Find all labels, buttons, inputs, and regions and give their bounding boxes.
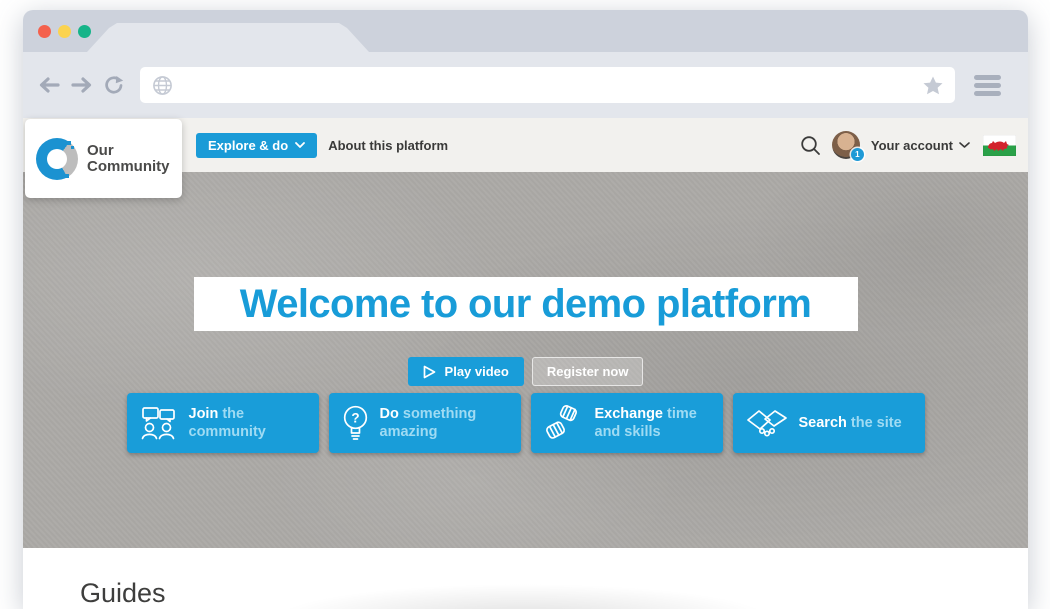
- content-shadow: [253, 581, 793, 609]
- search-button[interactable]: [800, 135, 821, 156]
- page-content-section: Guides: [23, 548, 1028, 609]
- account-label: Your account: [871, 138, 953, 153]
- hero-card-row: Join the community ? Do something amazin…: [23, 393, 1028, 453]
- user-avatar[interactable]: 1: [832, 131, 860, 159]
- explore-and-do-button[interactable]: Explore & do: [196, 133, 317, 158]
- minimize-window-button[interactable]: [58, 25, 71, 38]
- svg-text:?: ?: [351, 410, 359, 425]
- handshake-icon: [746, 408, 788, 438]
- browser-titlebar: [23, 10, 1028, 52]
- exchange-hands-icon: [544, 405, 584, 441]
- language-flag-button[interactable]: [983, 135, 1016, 156]
- welsh-flag-icon: [983, 135, 1016, 156]
- browser-tab[interactable]: [87, 23, 369, 52]
- maximize-window-button[interactable]: [78, 25, 91, 38]
- hero-section: Welcome to our demo platform Play video …: [23, 172, 1028, 548]
- bookmark-star-icon[interactable]: [923, 76, 943, 95]
- globe-icon: [152, 75, 173, 96]
- notification-badge: 1: [851, 148, 864, 161]
- back-arrow-icon: [37, 76, 61, 94]
- refresh-button[interactable]: [103, 75, 124, 96]
- logo-wordmark: Our Community: [87, 143, 170, 175]
- play-video-label: Play video: [445, 364, 509, 379]
- window-controls: [38, 25, 91, 38]
- lightbulb-icon: ?: [342, 405, 369, 442]
- browser-window: Our Community Explore & do About this pl…: [23, 10, 1028, 609]
- card-label: Exchange time and skills: [595, 405, 715, 441]
- site-logo[interactable]: Our Community: [25, 119, 182, 198]
- hero-buttons: Play video Register now: [23, 357, 1028, 386]
- hero-title-strip: Welcome to our demo platform: [194, 277, 858, 331]
- search-site-card[interactable]: Search the site: [733, 393, 925, 453]
- back-button[interactable]: [37, 76, 61, 94]
- join-community-card[interactable]: Join the community: [127, 393, 319, 453]
- browser-toolbar: [23, 52, 1028, 118]
- card-label: Search the site: [799, 414, 902, 432]
- page-title: Welcome to our demo platform: [240, 282, 811, 327]
- navbar-right-cluster: 1 Your account: [800, 118, 1016, 172]
- your-account-button[interactable]: Your account: [871, 138, 970, 153]
- explore-label: Explore & do: [208, 138, 288, 153]
- community-chat-icon: [140, 407, 178, 440]
- guides-heading: Guides: [80, 578, 166, 609]
- chevron-down-icon: [959, 142, 970, 148]
- card-label: Join the community: [189, 405, 311, 441]
- card-label: Do something amazing: [380, 405, 513, 441]
- url-input[interactable]: [182, 77, 923, 93]
- exchange-time-skills-card[interactable]: Exchange time and skills: [531, 393, 723, 453]
- search-icon: [800, 135, 821, 156]
- close-window-button[interactable]: [38, 25, 51, 38]
- do-something-amazing-card[interactable]: ? Do something amazing: [329, 393, 521, 453]
- refresh-icon: [103, 75, 124, 96]
- address-bar[interactable]: [140, 67, 955, 103]
- about-platform-link[interactable]: About this platform: [328, 138, 448, 153]
- forward-button[interactable]: [70, 76, 94, 94]
- forward-arrow-icon: [70, 76, 94, 94]
- play-video-button[interactable]: Play video: [408, 357, 524, 386]
- play-icon: [423, 365, 436, 379]
- browser-menu-button[interactable]: [974, 75, 1001, 96]
- site-navbar: Our Community Explore & do About this pl…: [23, 118, 1028, 172]
- chevron-down-icon: [295, 142, 305, 148]
- register-now-button[interactable]: Register now: [532, 357, 644, 386]
- our-community-logo-icon: [36, 138, 78, 180]
